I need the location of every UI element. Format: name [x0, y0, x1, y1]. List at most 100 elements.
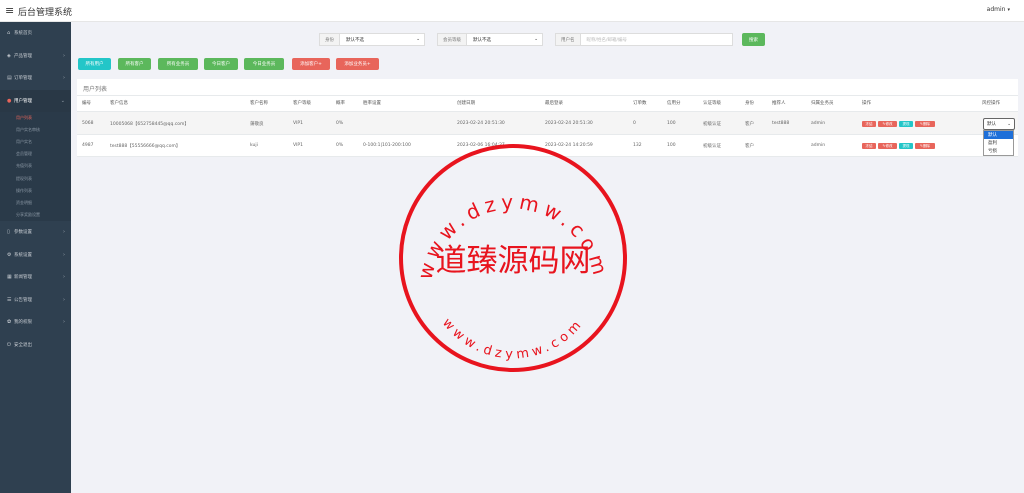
col-header: 认证等级: [703, 101, 721, 106]
sidebar-subitem[interactable]: 提现列表: [0, 172, 71, 185]
withdraw-button[interactable]: 提现: [899, 143, 913, 149]
chevron-down-icon: ▾: [1007, 7, 1010, 13]
cell-id: 5068: [82, 121, 94, 126]
col-header: 概率: [336, 101, 345, 106]
cell-last-login: 2023-02-24 20:51:30: [545, 121, 593, 126]
chevron-down-icon: ⌄: [60, 97, 65, 104]
cell-info: 10005068【652758445@qq.com】: [110, 122, 189, 127]
sidebar: ⌂ 系统首页 ◈ 产品管理 › ▤ 订单管理 › ● 用户管理 ⌄ 用户列表 用户实名审核 用…: [0, 22, 71, 493]
level-select[interactable]: 会员等级 默认不选 ⌄: [437, 33, 543, 46]
sidebar-item-news[interactable]: ▦ 新闻管理 ›: [0, 266, 71, 289]
col-header: 身份: [745, 101, 754, 106]
cell-prob: 0%: [336, 143, 344, 148]
chevron-right-icon: ›: [63, 319, 65, 326]
risk-options-list: 默认 盈利 亏损: [983, 130, 1014, 156]
home-icon: ⌂: [7, 30, 11, 37]
sidebar-item-products[interactable]: ◈ 产品管理 ›: [0, 45, 71, 68]
col-header: 推荐人: [772, 101, 786, 106]
chevron-right-icon: ›: [63, 52, 65, 59]
chevron-down-icon: ⌄: [534, 37, 538, 42]
menu-icon[interactable]: ≡: [5, 4, 14, 17]
sidebar-subitem[interactable]: 资金明细: [0, 196, 71, 209]
product-icon: ◈: [7, 52, 11, 59]
seal-center-text: 道臻源码网: [436, 243, 591, 279]
cell-level: VIP1: [293, 121, 303, 126]
today-customers-button[interactable]: 今日客户: [204, 58, 238, 70]
edit-button[interactable]: ✎修改: [878, 121, 897, 127]
sidebar-subitem[interactable]: 用户实名: [0, 136, 71, 149]
col-header: 编号: [82, 101, 91, 106]
cell-auth: 初级认证: [703, 122, 721, 127]
withdraw-button[interactable]: 提现: [899, 121, 913, 127]
risk-option-loss[interactable]: 亏损: [984, 147, 1013, 155]
search-button[interactable]: 搜索: [742, 33, 765, 46]
edit-button[interactable]: ✎修改: [878, 143, 897, 149]
cell-created: 2023-02-24 20:51:30: [457, 121, 505, 126]
freeze-button[interactable]: 冻结: [862, 143, 876, 149]
group-select[interactable]: 身份 默认不选 ⌄: [319, 33, 425, 46]
add-agent-button[interactable]: 添加业务员+: [336, 58, 379, 70]
sidebar-item-notices[interactable]: ☰ 公告管理 ›: [0, 288, 71, 311]
chevron-right-icon: ›: [63, 75, 65, 82]
risk-option-default[interactable]: 默认: [984, 131, 1013, 139]
sidebar-item-params[interactable]: ▯ 参数设置 ›: [0, 221, 71, 244]
sidebar-subitem[interactable]: 用户实名审核: [0, 124, 71, 137]
cell-credit: 100: [667, 121, 676, 126]
cell-name: 蒲敬良: [250, 122, 264, 127]
sidebar-subitem[interactable]: 会员管理: [0, 148, 71, 161]
news-icon: ▦: [7, 274, 12, 281]
sidebar-subitem[interactable]: 操作列表: [0, 184, 71, 197]
cell-orders: 0: [633, 121, 636, 126]
cell-role: 客户: [745, 144, 754, 149]
add-customer-button[interactable]: 添加客户+: [292, 58, 330, 70]
username-placeholder: 昵称/姓名/邮箱/编号: [586, 37, 628, 43]
group-label: 身份: [320, 34, 340, 45]
app-title: 后台管理系统: [18, 8, 73, 18]
sidebar-subitem[interactable]: 充值列表: [0, 160, 71, 173]
delete-button[interactable]: ✎删除: [915, 121, 935, 127]
risk-option-profit[interactable]: 盈利: [984, 139, 1013, 147]
divider: [77, 95, 1018, 96]
chevron-right-icon: ›: [63, 296, 65, 303]
cell-credit: 100: [667, 143, 676, 148]
chevron-right-icon: ›: [63, 251, 65, 258]
all-customers-button[interactable]: 所有客户: [118, 58, 151, 70]
sidebar-item-home[interactable]: ⌂ 系统首页: [0, 22, 71, 45]
username-input[interactable]: 用户名 昵称/姓名/邮箱/编号: [555, 33, 733, 46]
freeze-button[interactable]: 冻结: [862, 121, 876, 127]
all-users-button[interactable]: 所有用户: [78, 58, 111, 70]
col-header: 最后登录: [545, 101, 563, 106]
sidebar-item-system[interactable]: ⚙ 系统设置 ›: [0, 243, 71, 266]
col-header: 客户名称: [250, 101, 268, 106]
sidebar-item-users[interactable]: ● 用户管理 ⌄: [0, 89, 71, 112]
chevron-down-icon: ⌄: [1007, 121, 1011, 127]
username-label: 用户名: [556, 34, 581, 45]
risk-select[interactable]: 默认 ⌄: [983, 118, 1015, 130]
divider: [77, 134, 1018, 135]
notice-icon: ☰: [7, 296, 12, 303]
chevron-right-icon: ›: [63, 274, 65, 281]
cell-orders: 132: [633, 143, 642, 148]
panel-title: 用户列表: [83, 86, 108, 93]
cell-info: test888【55556666@qq.com】: [110, 144, 181, 149]
watermark-seal: www.dzymw.com 道臻源码网 www.dzymw.com: [399, 144, 627, 372]
cell-prob: 0%: [336, 121, 344, 126]
all-agents-button[interactable]: 所有业务员: [158, 58, 198, 70]
col-header: 胜率设置: [363, 101, 381, 106]
sidebar-item-orders[interactable]: ▤ 订单管理 ›: [0, 67, 71, 90]
col-header: 订单数: [633, 101, 647, 106]
risk-selected-value: 默认: [987, 122, 996, 127]
chevron-right-icon: ›: [63, 229, 65, 236]
settings-doc-icon: ▯: [7, 229, 10, 236]
sidebar-item-permissions[interactable]: ✿ 我的权限 ›: [0, 311, 71, 334]
sidebar-subitem-user-list[interactable]: 用户列表: [0, 112, 71, 125]
admin-user-menu[interactable]: admin ▾: [987, 6, 1010, 13]
sidebar-subitem[interactable]: 分享奖励设置: [0, 208, 71, 221]
sidebar-item-logout[interactable]: ⏻ 安全退出: [0, 333, 71, 356]
col-header: 归属业务员: [811, 101, 834, 106]
delete-button[interactable]: ✎删除: [915, 143, 935, 149]
today-agents-button[interactable]: 今日业务员: [244, 58, 284, 70]
level-value: 默认不选: [473, 37, 491, 43]
level-label: 会员等级: [438, 34, 467, 45]
col-header: 创建日期: [457, 101, 475, 106]
